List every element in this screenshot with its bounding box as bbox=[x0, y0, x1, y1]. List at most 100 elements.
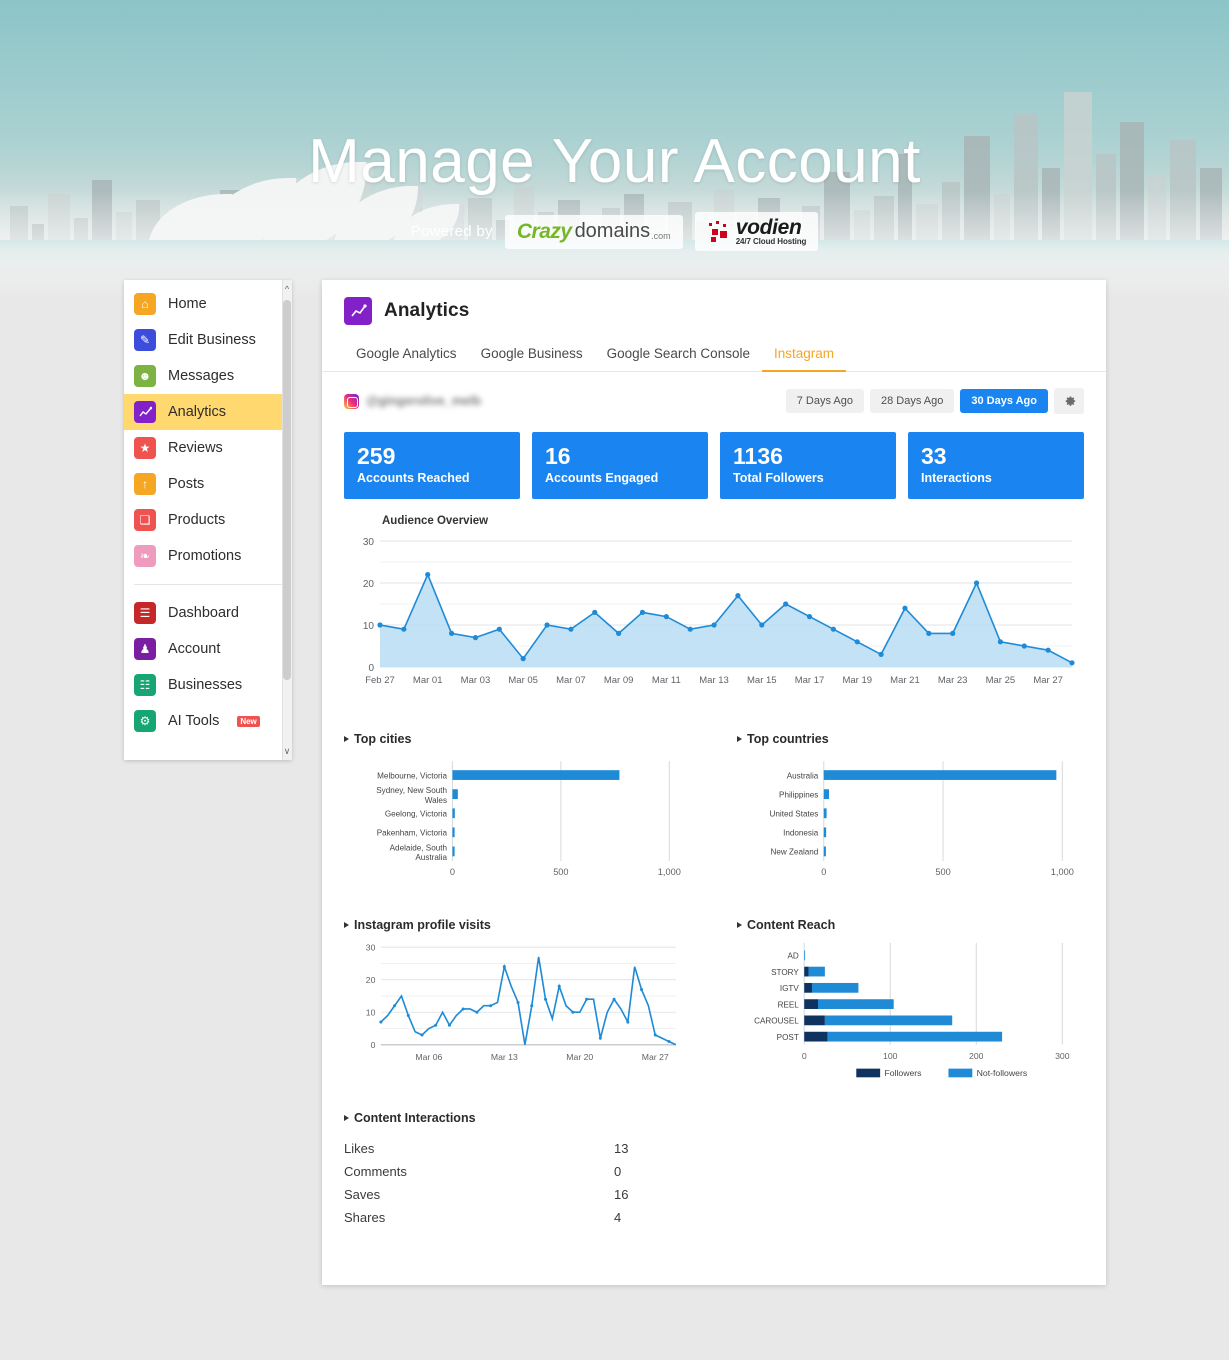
tab-google-business[interactable]: Google Business bbox=[469, 339, 595, 372]
svg-text:Mar 23: Mar 23 bbox=[938, 675, 968, 686]
range-28-days-button[interactable]: 28 Days Ago bbox=[870, 389, 954, 413]
sidebar-item-posts[interactable]: ↑ Posts bbox=[124, 466, 292, 502]
tab-google-analytics[interactable]: Google Analytics bbox=[344, 339, 469, 372]
collapse-triangle-icon[interactable] bbox=[737, 922, 742, 928]
section-label: Content Reach bbox=[747, 918, 835, 932]
vodien-logo: vodien 24/7 Cloud Hosting bbox=[695, 212, 819, 251]
instagram-handle: @gingerolive_melb bbox=[366, 394, 481, 408]
messages-icon: ☻ bbox=[134, 365, 156, 387]
svg-text:Melbourne, Victoria: Melbourne, Victoria bbox=[377, 771, 447, 780]
new-badge: New bbox=[237, 716, 259, 727]
svg-text:Mar 27: Mar 27 bbox=[1033, 675, 1063, 686]
svg-text:STORY: STORY bbox=[771, 967, 799, 976]
svg-text:200: 200 bbox=[969, 1050, 984, 1060]
crazydomains-logo-secondary: domains bbox=[575, 220, 651, 243]
interaction-value: 4 bbox=[614, 1210, 674, 1225]
svg-text:Mar 13: Mar 13 bbox=[699, 675, 729, 686]
scroll-up-icon[interactable]: ^ bbox=[283, 282, 291, 296]
sidebar-item-label: Dashboard bbox=[168, 605, 239, 621]
sidebar-item-label: Analytics bbox=[168, 404, 226, 420]
svg-text:Mar 21: Mar 21 bbox=[890, 675, 920, 686]
svg-text:Geelong, Victoria: Geelong, Victoria bbox=[385, 810, 448, 819]
svg-text:500: 500 bbox=[553, 867, 568, 877]
collapse-triangle-icon[interactable] bbox=[344, 736, 349, 742]
svg-text:20: 20 bbox=[363, 579, 375, 590]
powered-by-row: Powered by Crazy domains .com vodien 24/… bbox=[0, 212, 1229, 251]
section-label: Content Interactions bbox=[354, 1111, 476, 1125]
sidebar-item-label: AI Tools bbox=[168, 713, 219, 729]
reviews-star-icon: ★ bbox=[134, 437, 156, 459]
range-7-days-button[interactable]: 7 Days Ago bbox=[786, 389, 864, 413]
kpi-label: Total Followers bbox=[733, 471, 883, 485]
sidebar-item-label: Messages bbox=[168, 368, 234, 384]
sidebar-item-account[interactable]: ♟ Account bbox=[124, 631, 292, 667]
section-label: Instagram profile visits bbox=[354, 918, 491, 932]
svg-text:Mar 15: Mar 15 bbox=[747, 675, 777, 686]
content-reach-chart: 0100200300ADSTORYIGTVREELCAROUSELPOSTFol… bbox=[737, 932, 1084, 1095]
gear-icon[interactable] bbox=[1054, 388, 1084, 414]
svg-text:Wales: Wales bbox=[425, 796, 447, 805]
dashboard-icon: ☰ bbox=[134, 602, 156, 624]
svg-text:0: 0 bbox=[371, 1040, 376, 1050]
kpi-accounts-reached: 259 Accounts Reached bbox=[344, 432, 520, 499]
interaction-label: Likes bbox=[344, 1141, 614, 1156]
sidebar-item-label: Products bbox=[168, 512, 225, 528]
analytics-icon bbox=[134, 401, 156, 423]
crazydomains-logo-primary: Crazy bbox=[517, 220, 572, 244]
sidebar-item-dashboard[interactable]: ☰ Dashboard bbox=[124, 595, 292, 631]
sidebar-item-businesses[interactable]: ☷ Businesses bbox=[124, 667, 292, 703]
svg-text:500: 500 bbox=[935, 867, 950, 877]
interaction-value: 13 bbox=[614, 1141, 674, 1156]
sidebar-item-reviews[interactable]: ★ Reviews bbox=[124, 430, 292, 466]
analytics-panel: Analytics Google Analytics Google Busine… bbox=[322, 280, 1106, 1285]
scrollbar-thumb[interactable] bbox=[283, 300, 291, 680]
edit-business-icon: ✎ bbox=[134, 329, 156, 351]
date-range-buttons[interactable]: 7 Days Ago 28 Days Ago 30 Days Ago bbox=[786, 388, 1084, 414]
hero-banner: Manage Your Account Powered by Crazy dom… bbox=[0, 0, 1229, 300]
svg-text:Mar 07: Mar 07 bbox=[556, 675, 586, 686]
profile-visits-title: Instagram profile visits bbox=[344, 918, 691, 932]
collapse-triangle-icon[interactable] bbox=[737, 736, 742, 742]
svg-text:Feb 27: Feb 27 bbox=[365, 675, 395, 686]
content-interactions-block: Content Interactions Likes13Comments0Sav… bbox=[322, 1099, 1106, 1229]
sidebar-item-products[interactable]: ❑ Products bbox=[124, 502, 292, 538]
home-icon: ⌂ bbox=[134, 293, 156, 315]
tab-google-search-console[interactable]: Google Search Console bbox=[595, 339, 762, 372]
svg-text:Australia: Australia bbox=[787, 771, 819, 780]
analytics-icon-svg bbox=[139, 406, 152, 419]
scroll-down-icon[interactable]: ∨ bbox=[283, 744, 291, 758]
businesses-store-icon: ☷ bbox=[134, 674, 156, 696]
svg-text:20: 20 bbox=[366, 974, 376, 984]
collapse-triangle-icon[interactable] bbox=[344, 922, 349, 928]
sidebar-item-edit-business[interactable]: ✎ Edit Business bbox=[124, 322, 292, 358]
sidebar-item-label: Home bbox=[168, 296, 207, 312]
tab-instagram[interactable]: Instagram bbox=[762, 339, 846, 372]
collapse-triangle-icon[interactable] bbox=[344, 1115, 349, 1121]
audience-overview-title: Audience Overview bbox=[382, 515, 1084, 527]
svg-text:CAROUSEL: CAROUSEL bbox=[754, 1016, 799, 1025]
svg-text:AD: AD bbox=[788, 951, 799, 960]
sidebar-item-analytics[interactable]: Analytics bbox=[124, 394, 292, 430]
sidebar-item-label: Posts bbox=[168, 476, 204, 492]
range-30-days-button[interactable]: 30 Days Ago bbox=[960, 389, 1048, 413]
svg-text:POST: POST bbox=[777, 1032, 799, 1041]
svg-text:Mar 20: Mar 20 bbox=[566, 1051, 593, 1061]
kpi-cards: 259 Accounts Reached 16 Accounts Engaged… bbox=[322, 414, 1106, 499]
interaction-label: Comments bbox=[344, 1164, 614, 1179]
analytics-tabs[interactable]: Google Analytics Google Business Google … bbox=[322, 339, 1106, 372]
content-interactions-table: Likes13Comments0Saves16Shares4 bbox=[344, 1137, 674, 1229]
svg-text:Mar 06: Mar 06 bbox=[415, 1051, 442, 1061]
section-label: Top countries bbox=[747, 732, 829, 746]
sidebar-item-messages[interactable]: ☻ Messages bbox=[124, 358, 292, 394]
svg-text:Mar 05: Mar 05 bbox=[508, 675, 538, 686]
sidebar-nav[interactable]: ⌂ Home ✎ Edit Business ☻ Messages Analyt… bbox=[124, 280, 292, 760]
sidebar-item-promotions[interactable]: ❧ Promotions bbox=[124, 538, 292, 574]
sidebar-item-ai-tools[interactable]: ⚙ AI Tools New bbox=[124, 703, 292, 739]
svg-text:REEL: REEL bbox=[778, 1000, 800, 1009]
sidebar-item-home[interactable]: ⌂ Home bbox=[124, 286, 292, 322]
interaction-label: Saves bbox=[344, 1187, 614, 1202]
analytics-icon-svg bbox=[350, 303, 367, 320]
svg-text:300: 300 bbox=[1055, 1050, 1070, 1060]
interaction-row: Likes13 bbox=[344, 1137, 674, 1160]
sidebar-scrollbar[interactable]: ^ ∨ bbox=[282, 280, 292, 760]
